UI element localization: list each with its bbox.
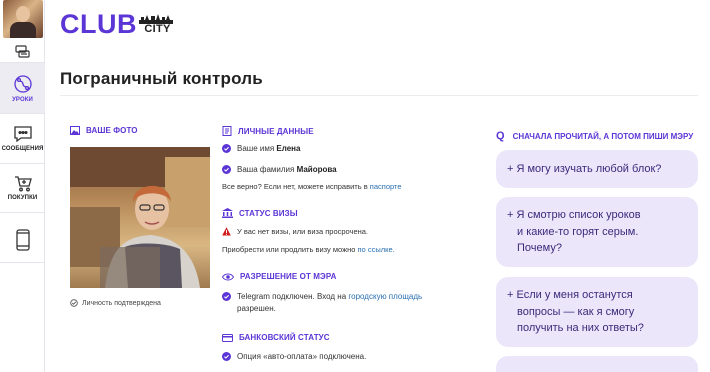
sidebar-item-messages[interactable]: СООБЩЕНИЯ [0,116,45,160]
logo-city-text: CITY [144,23,171,35]
visa-extend-hint: Приобрести или продлить визу можно по сс… [222,245,395,254]
faq-question: получить на них ответы? [517,322,644,335]
faq-card-partial[interactable] [496,356,698,372]
faq-question: вопросы — как я смогу [517,305,635,318]
faq-card[interactable]: + Если у меня останутся вопросы — как я … [496,277,698,347]
credit-card-icon [222,333,233,342]
page-title: Пограничный контроль [60,69,263,88]
correct-data-hint: Все верно? Если нет, можете исправить в … [222,182,402,191]
check-circle-icon [222,165,231,174]
eye-icon [222,273,234,280]
sidebar-item-label: СООБЩЕНИЯ [1,145,44,152]
personal-data-heading: ЛИЧНЫЕ ДАННЫЕ [222,126,314,136]
faq-question: + Если у меня останутся [507,289,633,302]
sidebar-item-lessons[interactable]: УРОКИ [0,63,45,113]
check-circle-icon [222,292,231,301]
logo-city: CITY [139,14,173,37]
check-circle-icon [222,144,231,153]
sidebar-item-label: УРОКИ [12,96,33,103]
identity-confirmed-status: Личность подтверждена [70,299,161,307]
sidebar-item-phone[interactable] [0,222,45,258]
logo-club-text: CLUB [60,9,137,39]
bank-building-icon [222,208,233,218]
city-square-link[interactable]: городскую площадь [348,292,422,301]
title-divider [60,95,698,96]
image-icon [70,126,80,135]
visa-purchase-link[interactable]: по ссылке. [358,245,395,254]
visa-status-heading: СТАТУС ВИЗЫ [222,208,298,218]
cart-icon [14,176,32,192]
mayor-permission-heading: РАЗРЕШЕНИЕ ОТ МЭРА [222,272,336,281]
check-circle-icon [70,299,78,307]
sidebar-item-label: ПОКУПКИ [7,195,38,201]
coins-icon [14,45,30,58]
telegram-status-row: Telegram подключен. Вход на городскую пл… [222,291,422,315]
faq-question: Почему? [517,242,562,255]
faq-card[interactable]: + Я смотрю список уроков и какие-то горя… [496,197,698,267]
avatar[interactable] [3,0,43,38]
photo-section-heading: ВАШЕ ФОТО [70,126,138,135]
faq-question: + Я смотрю список уроков [507,209,641,222]
first-name-value: Елена [276,144,301,153]
autopay-status-row: Опция «авто-оплата» подключена. [222,351,366,363]
passport-link[interactable]: паспорте [370,182,402,191]
last-name-value: Майорова [296,165,337,174]
sidebar: УРОКИ СООБЩЕНИЯ ПОКУПКИ [0,0,45,372]
first-name-row: Ваше имя Елена [222,143,300,155]
sidebar-item-balance[interactable] [0,42,45,62]
faq-question: + Я могу изучать любой блок? [507,162,662,175]
warning-icon [222,227,231,236]
route-icon [13,74,32,93]
club-city-logo[interactable]: CLUB CITY [60,9,173,39]
sidebar-item-purchases[interactable]: ПОКУПКИ [0,168,45,208]
faq-heading: Q СНАЧАЛА ПРОЧИТАЙ, А ПОТОМ ПИШИ МЭРУ [496,130,694,142]
last-name-row: Ваша фамилия Майорова [222,164,337,176]
visa-warning-row: У вас нет визы, или виза просрочена. [222,226,368,238]
bank-status-heading: БАНКОВСКИЙ СТАТУС [222,333,330,342]
phone-icon [15,229,30,251]
faq-question: и какие-то горят серым. [517,225,639,238]
user-photo [70,147,210,288]
chat-icon [13,125,32,142]
check-circle-icon [222,352,231,361]
faq-card[interactable]: + Я могу изучать любой блок? [496,150,698,188]
q-icon: Q [496,130,505,142]
id-card-icon [222,126,232,136]
